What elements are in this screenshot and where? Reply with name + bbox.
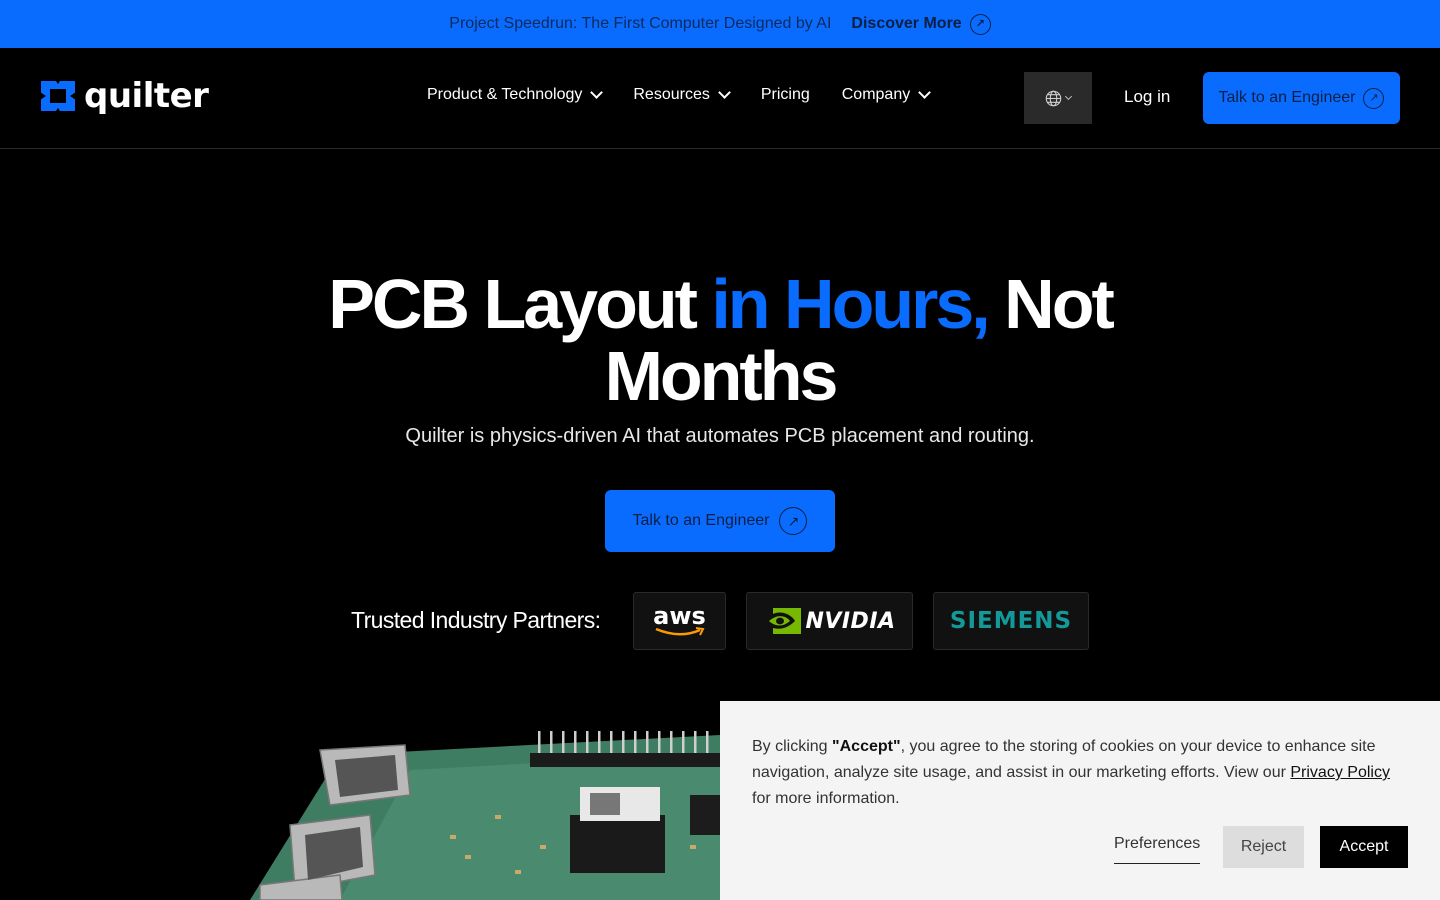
quilter-logo-mark-icon [40, 78, 76, 114]
nav-item-label: Product & Technology [427, 86, 583, 103]
arrow-up-right-circle-icon: ↗ [1363, 87, 1385, 109]
cookie-text-end: for more information. [752, 790, 900, 807]
login-link[interactable]: Log in [1124, 87, 1170, 107]
siemens-logo-text: SIEMENS [949, 608, 1073, 634]
chevron-down-icon [1064, 92, 1073, 101]
partner-logo-siemens: SIEMENS [933, 592, 1089, 650]
nav-item-label: Resources [633, 86, 710, 103]
cookie-accept-button[interactable]: Accept [1320, 826, 1408, 868]
nvidia-eye-icon [763, 608, 802, 634]
partners-label: Trusted Industry Partners: [351, 607, 601, 633]
nav-item-pricing[interactable]: Pricing [761, 86, 810, 104]
main-navigation: quilter Product & Technology Resources P… [0, 48, 1440, 149]
nav-item-product-technology[interactable]: Product & Technology [427, 86, 604, 104]
nvidia-logo-text: NVIDIA [805, 608, 896, 634]
cta-label: Talk to an Engineer [632, 512, 770, 529]
nav-item-label: Company [841, 86, 911, 103]
quilter-logo[interactable]: quilter [40, 76, 209, 116]
hero-title-part2: Not [1004, 265, 1115, 343]
hero-title-part1: PCB Layout [328, 265, 698, 343]
cookie-reject-button[interactable]: Reject [1223, 826, 1304, 868]
hero-title: PCB Layout in Hours, Not Months [0, 268, 1440, 412]
partner-logo-nvidia: NVIDIA [746, 592, 913, 650]
arrow-up-right-circle-icon: ↗ [779, 507, 808, 535]
logo-text: quilter [84, 76, 209, 116]
cookie-preferences-button[interactable]: Preferences [1114, 835, 1201, 864]
hero-talk-to-engineer-button[interactable]: Talk to an Engineer ↗ [605, 490, 835, 552]
hero-title-line2: Months [604, 337, 839, 415]
discover-more-link[interactable]: Discover More ↗ [851, 13, 991, 35]
talk-to-engineer-button[interactable]: Talk to an Engineer ↗ [1203, 72, 1400, 124]
hero-title-accent: in Hours, [711, 265, 990, 343]
nav-item-label: Pricing [760, 86, 810, 103]
globe-icon [1045, 90, 1062, 106]
arrow-up-right-circle-icon: ↗ [969, 13, 991, 35]
cookie-text-bold: "Accept" [832, 738, 901, 755]
nav-links: Product & Technology Resources Pricing C… [427, 86, 961, 104]
chevron-down-icon [918, 86, 932, 99]
pcb-board-image [250, 715, 720, 900]
aws-logo-text: aws [653, 602, 706, 630]
chevron-down-icon [717, 86, 731, 99]
nav-item-company[interactable]: Company [841, 86, 932, 104]
partner-logo-aws: aws [633, 592, 726, 650]
cta-label: Talk to an Engineer [1218, 89, 1356, 106]
cookie-consent-banner: By clicking "Accept", you agree to the s… [720, 701, 1440, 900]
nav-item-resources[interactable]: Resources [633, 86, 731, 104]
chevron-down-icon [590, 86, 604, 99]
cookie-text: By clicking "Accept", you agree to the s… [752, 734, 1412, 812]
announcement-text: Project Speedrun: The First Computer Des… [449, 15, 832, 32]
hero-subtitle: Quilter is physics-driven AI that automa… [405, 425, 1035, 447]
privacy-policy-link[interactable]: Privacy Policy [1290, 764, 1390, 781]
discover-more-label: Discover More [851, 15, 962, 32]
language-selector[interactable] [1024, 72, 1092, 124]
announcement-bar: Project Speedrun: The First Computer Des… [0, 0, 1440, 48]
cookie-text-before: By clicking [752, 738, 833, 755]
